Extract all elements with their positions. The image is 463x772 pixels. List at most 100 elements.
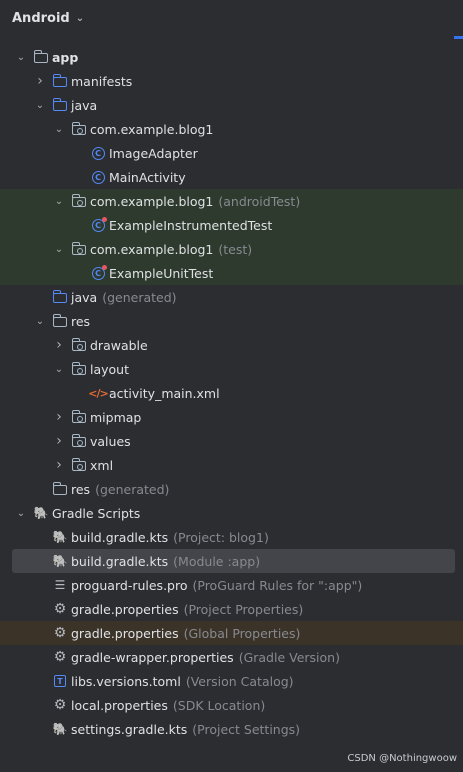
tree-row[interactable]: ⌄ com.example.blog1 (test): [0, 237, 463, 261]
tree-item-name: local.properties: [71, 697, 168, 713]
tree-row[interactable]: ⌄ java: [0, 93, 463, 117]
tree-item-name: drawable: [90, 337, 148, 353]
test-class-icon: C: [90, 264, 107, 281]
tree-row[interactable]: › mipmap: [0, 405, 463, 429]
tree-row[interactable]: › manifests: [0, 69, 463, 93]
chevron-down-icon[interactable]: ⌄: [14, 52, 28, 63]
package-folder-icon: [71, 337, 87, 353]
tree-item-hint: (SDK Location): [172, 697, 266, 713]
tree-row[interactable]: 🐘 build.gradle.kts (Project: blog1): [0, 525, 463, 549]
chevron-right-icon[interactable]: ›: [52, 433, 66, 449]
chevron-down-icon[interactable]: ⌄: [33, 100, 47, 111]
tree-row-label: ExampleUnitTest: [109, 266, 213, 281]
toml-file-icon: T: [52, 673, 68, 689]
tree-row[interactable]: ☰ proguard-rules.pro (ProGuard Rules for "…: [0, 573, 463, 597]
tree-row-label: res: [71, 314, 90, 329]
tree-item-name: manifests: [71, 73, 133, 89]
tree-row[interactable]: ⚙ local.properties (SDK Location): [0, 693, 463, 717]
tree-item-name: com.example.blog1: [90, 121, 214, 137]
tree-item-hint: (Project Settings): [192, 721, 301, 737]
tree-row[interactable]: C MainActivity: [0, 165, 463, 189]
tree-item-name: gradle.properties: [71, 625, 179, 641]
tree-row-label: ImageAdapter: [109, 146, 198, 161]
gradle-icon: 🐘: [33, 506, 49, 520]
tree-item-name: build.gradle.kts: [71, 553, 169, 569]
project-tree: ⌄ app › manifests ⌄ java ⌄ com.example.blog1 C Im…: [0, 45, 463, 741]
chevron-right-icon[interactable]: ›: [33, 73, 47, 89]
tree-row[interactable]: java (generated): [0, 285, 463, 309]
test-class-icon: C: [90, 216, 107, 233]
gradle-icon: 🐘: [52, 554, 68, 568]
tree-item-name: settings.gradle.kts: [71, 721, 188, 737]
tree-row[interactable]: 🐘 settings.gradle.kts (Project Settings): [0, 717, 463, 741]
xml-file-icon: </>: [88, 386, 108, 400]
settings-gear-icon: ⚙: [53, 601, 67, 617]
tree-row[interactable]: Tlibs.versions.toml (Version Catalog): [0, 669, 463, 693]
chevron-down-icon[interactable]: ⌄: [52, 244, 66, 255]
tree-item-name: gradle.properties: [71, 601, 179, 617]
tree-item-name: activity_main.xml: [109, 385, 220, 401]
folder-icon: [52, 73, 68, 89]
tree-row-label: build.gradle.kts (Module :app): [71, 554, 260, 569]
package-folder-icon: [71, 433, 87, 449]
chevron-right-icon[interactable]: ›: [52, 337, 66, 353]
watermark: CSDN @Nothingwoow: [347, 753, 457, 764]
chevron-down-icon[interactable]: ⌄: [52, 364, 66, 375]
tree-item-name: mipmap: [90, 409, 142, 425]
tree-item-name: java: [71, 289, 98, 305]
tree-item-name: res: [71, 481, 91, 497]
class-icon: C: [90, 145, 106, 161]
chevron-down-icon[interactable]: ⌄: [33, 316, 47, 327]
tree-item-hint: (generated): [102, 289, 177, 305]
tree-row-label: com.example.blog1 (androidTest): [90, 194, 300, 209]
tree-row[interactable]: ⚙ gradle.properties (Project Properties): [0, 597, 463, 621]
tree-row[interactable]: 🐘 build.gradle.kts (Module :app): [12, 549, 455, 573]
tree-row[interactable]: res (generated): [0, 477, 463, 501]
text-file-icon: ☰: [54, 578, 66, 592]
chevron-right-icon[interactable]: ›: [52, 457, 66, 473]
chevron-down-icon[interactable]: ⌄: [14, 508, 28, 519]
tree-row-label: values: [90, 434, 131, 449]
tree-row[interactable]: ⌄ res: [0, 309, 463, 333]
tree-row-label: gradle.properties (Project Properties): [71, 602, 303, 617]
tree-item-name: com.example.blog1: [90, 241, 214, 257]
tree-row[interactable]: ⌄ com.example.blog1 (androidTest): [0, 189, 463, 213]
tree-row[interactable]: ⚙ gradle-wrapper.properties (Gradle Versio…: [0, 645, 463, 669]
tree-row[interactable]: ⚙ gradle.properties (Global Properties): [0, 621, 463, 645]
settings-gear-icon: ⚙: [53, 649, 67, 665]
settings-gear-icon: ⚙: [53, 625, 67, 641]
project-view-header: Android ⌄: [0, 0, 463, 40]
tree-row[interactable]: › xml: [0, 453, 463, 477]
tree-row-label: settings.gradle.kts (Project Settings): [71, 722, 300, 737]
tree-item-name: ExampleUnitTest: [109, 265, 214, 281]
tree-row[interactable]: </> activity_main.xml: [0, 381, 463, 405]
tree-row-label: drawable: [90, 338, 148, 353]
tree-item-hint: (test): [218, 241, 253, 257]
tree-row-label: java: [71, 98, 97, 113]
tree-row[interactable]: C ImageAdapter: [0, 141, 463, 165]
active-tab-indicator: [454, 36, 463, 39]
tree-row[interactable]: C ExampleUnitTest: [0, 261, 463, 285]
tree-item-name: layout: [90, 361, 130, 377]
tree-row-label: com.example.blog1 (test): [90, 242, 252, 257]
tree-item-name: com.example.blog1: [90, 193, 214, 209]
tree-item-name: xml: [90, 457, 114, 473]
tree-row[interactable]: ⌄ app: [0, 45, 463, 69]
tree-row-label: proguard-rules.pro (ProGuard Rules for ":…: [71, 578, 362, 593]
project-view-selector[interactable]: Android ⌄: [12, 11, 84, 26]
tree-row[interactable]: ⌄ com.example.blog1: [0, 117, 463, 141]
tree-row-label: libs.versions.toml (Version Catalog): [71, 674, 294, 689]
tree-row[interactable]: › drawable: [0, 333, 463, 357]
tree-row[interactable]: C ExampleInstrumentedTest: [0, 213, 463, 237]
tree-item-name: res: [71, 313, 91, 329]
tree-row[interactable]: ⌄ layout: [0, 357, 463, 381]
tree-row[interactable]: ⌄ 🐘 Gradle Scripts: [0, 501, 463, 525]
tree-row-label: gradle.properties (Global Properties): [71, 626, 300, 641]
chevron-down-icon[interactable]: ⌄: [52, 124, 66, 135]
chevron-down-icon[interactable]: ⌄: [52, 196, 66, 207]
chevron-right-icon[interactable]: ›: [52, 409, 66, 425]
gradle-icon: 🐘: [52, 722, 68, 736]
package-folder-icon: [71, 457, 87, 473]
tree-item-hint: (ProGuard Rules for ":app"): [192, 577, 363, 593]
tree-row[interactable]: › values: [0, 429, 463, 453]
